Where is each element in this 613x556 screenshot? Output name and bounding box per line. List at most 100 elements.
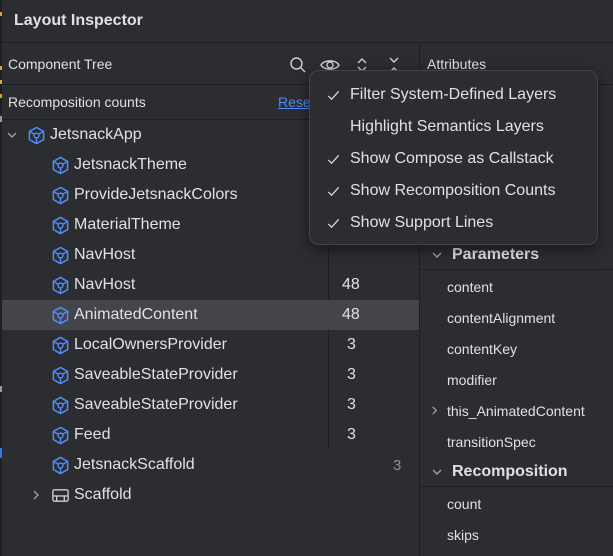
attribute-row[interactable]: content — [420, 271, 613, 302]
layout-icon — [51, 488, 69, 502]
attribute-name: this_AnimatedContent — [447, 402, 585, 419]
compose-icon — [52, 156, 68, 174]
attribute-row[interactable]: contentAlignment — [420, 302, 613, 333]
attribute-row[interactable]: modifier — [420, 364, 613, 395]
node-name: MaterialTheme — [74, 216, 181, 233]
tree-row[interactable]: SaveableStateProvider 3 — [2, 360, 419, 390]
search-icon — [290, 57, 306, 73]
check-wrapper — [327, 152, 341, 166]
attribute-row[interactable]: transitionSpec — [420, 426, 613, 457]
menu-item[interactable]: Filter System-Defined Layers — [310, 79, 597, 111]
node-name: Scaffold — [74, 486, 132, 503]
chevron-right-icon — [33, 490, 39, 500]
tree-row[interactable]: LocalOwnersProvider 3 — [2, 330, 419, 360]
attribute-name: skips — [447, 526, 479, 543]
node-name: LocalOwnersProvider — [74, 336, 227, 353]
attribute-name: modifier — [447, 371, 497, 388]
attribute-row[interactable]: skips — [420, 519, 613, 550]
section-label: Parameters — [452, 245, 540, 263]
collapse-toggle[interactable] — [29, 488, 43, 502]
attribute-name: transitionSpec — [447, 433, 536, 450]
node-icon-wrapper — [50, 425, 70, 445]
attribute-row[interactable]: count — [420, 488, 613, 519]
chevron-down-icon — [432, 252, 442, 258]
menu-item[interactable]: Highlight Semantics Layers — [310, 111, 597, 143]
menu-item-label: Show Recomposition Counts — [350, 182, 556, 199]
compose-icon — [52, 246, 68, 264]
attribute-name: content — [447, 278, 493, 295]
compose-icon — [52, 306, 68, 324]
node-name: NavHost — [74, 276, 136, 293]
search-button[interactable] — [282, 54, 314, 76]
chevron-right-icon — [432, 406, 438, 415]
node-icon-wrapper — [50, 365, 70, 385]
menu-item[interactable]: Show Support Lines — [310, 207, 597, 239]
node-icon-wrapper — [50, 245, 70, 265]
node-name: JetsnackApp — [50, 126, 142, 143]
compose-icon — [52, 366, 68, 384]
check-wrapper — [327, 88, 341, 102]
check-wrapper — [327, 184, 341, 198]
title-bar: Layout Inspector — [2, 0, 613, 43]
attribute-row[interactable]: contentKey — [420, 333, 613, 364]
attribute-section-header[interactable]: Recomposition — [420, 457, 613, 487]
node-icon-wrapper — [50, 335, 70, 355]
node-name: ProvideJetsnackColors — [74, 186, 238, 203]
node-name: JetsnackTheme — [74, 156, 187, 173]
node-name: AnimatedContent — [74, 306, 198, 323]
node-name: Feed — [74, 426, 111, 443]
node-name: NavHost — [74, 246, 136, 263]
node-icon-wrapper — [50, 215, 70, 235]
compose-icon — [52, 186, 68, 204]
checkmark-icon — [327, 218, 340, 228]
recomposition-count: 48 — [342, 276, 360, 293]
checkmark-icon — [327, 90, 340, 100]
menu-item-label: Show Support Lines — [350, 214, 494, 231]
compose-icon — [28, 126, 44, 144]
compose-icon — [52, 336, 68, 354]
recomposition-count: 3 — [347, 366, 356, 383]
node-icon-wrapper — [50, 185, 70, 205]
window-title: Layout Inspector — [14, 12, 143, 29]
compose-icon — [52, 426, 68, 444]
compose-icon — [52, 396, 68, 414]
tree-row[interactable]: Scaffold — [2, 480, 419, 510]
recomposition-count: 3 — [347, 336, 356, 353]
node-icon-wrapper — [50, 455, 70, 475]
node-name: SaveableStateProvider — [74, 396, 238, 413]
tree-row[interactable]: Feed 3 — [2, 420, 419, 450]
node-icon-wrapper — [50, 155, 70, 175]
attribute-name: count — [447, 495, 482, 512]
tree-row[interactable]: JetsnackScaffold 3 — [2, 450, 419, 480]
menu-item-label: Highlight Semantics Layers — [350, 118, 544, 135]
tree-row[interactable]: SaveableStateProvider 3 — [2, 390, 419, 420]
node-icon-wrapper — [26, 125, 46, 145]
attribute-row[interactable]: this_AnimatedContent — [420, 395, 613, 426]
node-icon-wrapper — [50, 275, 70, 295]
attribute-name: contentKey — [447, 340, 518, 357]
section-label: Recomposition — [452, 462, 568, 480]
recomposition-counts-label: Recomposition counts — [8, 94, 146, 110]
chevron-down-icon — [7, 132, 17, 138]
tree-row[interactable]: NavHost 48 — [2, 270, 419, 300]
expand-toggle[interactable] — [5, 128, 19, 142]
section-toggle[interactable] — [432, 466, 444, 478]
attribute-name: contentAlignment — [447, 309, 556, 326]
compose-icon — [52, 456, 68, 474]
attribute-expand-toggle[interactable] — [430, 406, 440, 416]
menu-item[interactable]: Show Compose as Callstack — [310, 143, 597, 175]
section-toggle[interactable] — [432, 249, 444, 261]
recomposition-count: 3 — [347, 396, 356, 413]
node-icon-wrapper — [50, 395, 70, 415]
recomposition-count: 3 — [393, 456, 402, 474]
menu-item-label: Filter System-Defined Layers — [350, 86, 557, 103]
recomposition-count: 3 — [347, 426, 356, 443]
compose-icon — [52, 276, 68, 294]
checkmark-icon — [327, 186, 340, 196]
recomposition-count: 48 — [342, 306, 360, 323]
menu-item[interactable]: Show Recomposition Counts — [310, 175, 597, 207]
checkmark-icon — [327, 154, 340, 164]
tree-row[interactable]: AnimatedContent 48 — [2, 300, 419, 330]
component-tree-label: Component Tree — [8, 55, 113, 72]
layout-inspector-window: Layout Inspector Component Tree Recompos… — [0, 0, 613, 556]
